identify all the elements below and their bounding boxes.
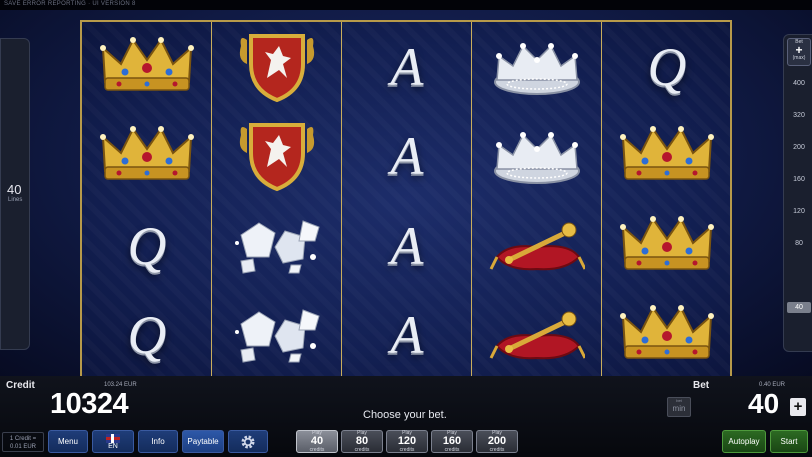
bet-step-80[interactable]: 80 [787, 238, 811, 249]
letter-A-symbol: A [342, 291, 472, 380]
gold-crown-symbol [602, 112, 732, 201]
max-bet-button[interactable]: Bet + (max) [787, 38, 811, 66]
gold-crown-symbol [602, 291, 732, 380]
letter-A-symbol: A [342, 112, 472, 201]
bet-min-button[interactable]: bet min [667, 397, 691, 417]
letter-Q-symbol: Q [82, 291, 212, 380]
gold-crown-symbol [82, 22, 212, 111]
bet-step-160[interactable]: 160 [787, 174, 811, 185]
credit-value: 10324 [50, 388, 129, 420]
gold-scepter-pillow-symbol [472, 291, 602, 380]
letter-Q-glyph: Q [127, 305, 167, 365]
play-80-button[interactable]: Play 80 credits [341, 430, 383, 453]
status-message: Choose your bet. [363, 409, 447, 421]
play-40-button[interactable]: Play 40 credits [296, 430, 338, 453]
top-info-text: SAVE ERROR REPORTING · UI VERSION 8 [4, 1, 136, 7]
gold-scepter-pillow-symbol [472, 201, 602, 290]
lines-label: Lines [8, 197, 23, 203]
paytable-button[interactable]: Paytable [182, 430, 224, 453]
letter-A-glyph: A [390, 305, 424, 365]
denom-line2: 0.01 EUR [9, 444, 36, 450]
bet-step-120[interactable]: 120 [787, 206, 811, 217]
play-160-button[interactable]: Play 160 credits [431, 430, 473, 453]
letter-A-glyph: A [390, 215, 424, 276]
bet-step-400[interactable]: 400 [787, 78, 811, 89]
play-value: 40 [310, 435, 324, 447]
play-value: 200 [487, 435, 507, 447]
bet-plus-button[interactable]: + [790, 398, 806, 416]
letter-A-symbol: A [342, 22, 472, 111]
top-info-bar: SAVE ERROR REPORTING · UI VERSION 8 [0, 0, 812, 10]
play-value: 120 [397, 435, 417, 447]
diamonds-symbol [212, 201, 342, 290]
diamonds-symbol [212, 291, 342, 380]
silver-crown-symbol [472, 22, 602, 111]
play-unit: credits [309, 447, 325, 453]
menu-button[interactable]: Menu [48, 430, 88, 453]
lines-value: 40 [7, 182, 22, 197]
play-120-button[interactable]: Play 120 credits [386, 430, 428, 453]
bet-label: Bet [693, 380, 710, 391]
red-shield-crest-symbol [212, 112, 342, 201]
letter-A-symbol: A [342, 201, 472, 290]
letter-Q-symbol: Q [602, 22, 732, 111]
gear-icon [241, 435, 255, 448]
bet-min-label: min [672, 404, 686, 413]
info-button[interactable]: Info [138, 430, 178, 453]
plus-icon: + [795, 43, 803, 57]
play-value: 160 [442, 435, 462, 447]
denom-line1: 1 Credit = [9, 436, 37, 442]
start-button[interactable]: Start [770, 430, 808, 453]
play-value: 80 [355, 435, 369, 447]
lines-panel[interactable]: 40 Lines [0, 38, 30, 350]
play-unit: credits [399, 447, 415, 453]
game-stage: QQ AAAA Q [0, 10, 812, 382]
autoplay-button[interactable]: Autoplay [722, 430, 766, 453]
bet-step-40[interactable]: 40 [787, 302, 811, 313]
control-bar: Credit 103.24 EUR 10324 Bet 0.40 EUR bet… [0, 376, 812, 457]
play-200-button[interactable]: Play 200 credits [476, 430, 518, 453]
letter-A-glyph: A [390, 126, 424, 186]
bet-value: 40 [748, 388, 780, 419]
letter-Q-symbol: Q [82, 201, 212, 290]
silver-crown-symbol [472, 112, 602, 201]
language-label: EN [108, 442, 118, 450]
play-unit: credits [489, 447, 505, 453]
flag-icon [106, 433, 120, 443]
language-button[interactable]: EN [92, 430, 134, 453]
max-bet-header-bottom: (max) [792, 55, 806, 61]
denomination-display[interactable]: 1 Credit = 0.01 EUR [2, 432, 44, 452]
red-shield-crest-symbol [212, 22, 342, 111]
letter-A-glyph: A [390, 36, 424, 97]
play-unit: credits [354, 447, 370, 453]
bet-step-320[interactable]: 320 [787, 110, 811, 121]
bet-step-200[interactable]: 200 [787, 142, 811, 153]
letter-Q-glyph: Q [127, 215, 167, 276]
letter-Q-glyph: Q [647, 36, 687, 97]
settings-button[interactable] [228, 430, 268, 453]
reel-area: QQ AAAA Q [80, 20, 732, 382]
credit-label: Credit [6, 380, 35, 391]
gold-crown-symbol [82, 112, 212, 201]
play-unit: credits [444, 447, 460, 453]
gold-crown-symbol [602, 201, 732, 290]
